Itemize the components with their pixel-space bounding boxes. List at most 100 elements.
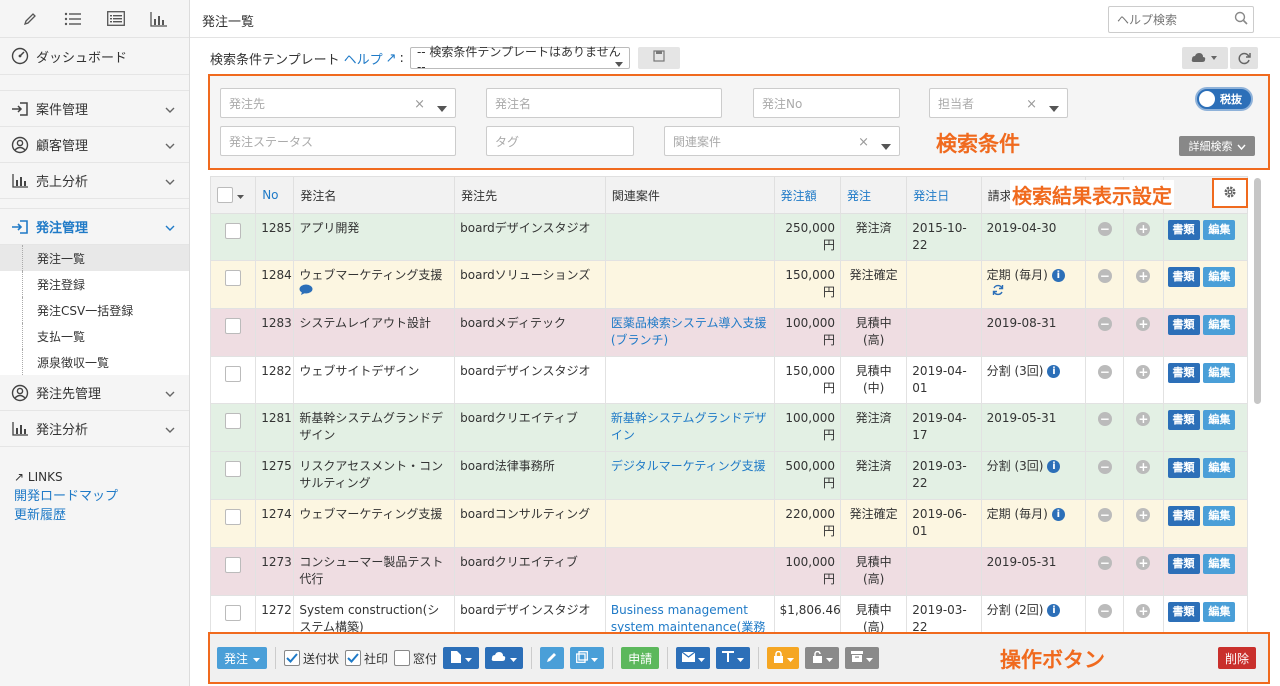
row-checkbox-cell[interactable] [210, 213, 257, 261]
lock-dropdown-button[interactable] [767, 647, 800, 669]
subnav-item-withholding[interactable]: 源泉徴収一覧 [0, 349, 189, 375]
plus-circle-icon[interactable]: + [1136, 222, 1151, 236]
edit-pencil-button[interactable] [540, 647, 565, 669]
document-dropdown-button[interactable] [443, 647, 480, 669]
unlock-dropdown-button[interactable] [805, 647, 840, 669]
clear-icon[interactable]: × [414, 97, 425, 112]
order-name-input[interactable]: 発注名 [486, 88, 722, 118]
subnav-item-payments[interactable]: 支払一覧 [0, 323, 189, 349]
column-header-date[interactable]: 発注日 [906, 176, 982, 214]
documents-button[interactable]: 書類 [1167, 410, 1200, 430]
column-header-amount[interactable]: 発注額 [773, 176, 841, 214]
vendor-select[interactable]: 発注先 × [220, 88, 456, 118]
company-seal-checkbox[interactable]: 社印 [345, 650, 388, 667]
order-number-input[interactable]: 発注No [753, 88, 900, 118]
edit-button[interactable]: 編集 [1203, 410, 1236, 430]
minus-circle-icon[interactable]: − [1097, 412, 1112, 426]
list-icon[interactable] [61, 8, 85, 30]
owner-select[interactable]: 担当者 × [929, 88, 1068, 118]
row-checkbox-cell[interactable] [210, 260, 257, 309]
clear-icon[interactable]: × [1026, 97, 1037, 112]
documents-button[interactable]: 書類 [1167, 554, 1200, 574]
search-icon[interactable] [1234, 11, 1248, 28]
table-row[interactable]: 1282 ウェブサイトデザイン boardデザインスタジオ 150,000円 見積中(中… [210, 356, 1248, 404]
row-checkbox-cell[interactable] [210, 403, 257, 452]
template-help-link[interactable]: ヘルプ [344, 49, 383, 68]
result-settings-button[interactable] [1212, 178, 1248, 208]
table-row[interactable]: 1273 コンシューマー製品テスト代行 boardクリエイティブ 100,000円 見積… [210, 547, 1248, 596]
sidebar-item-dashboard[interactable]: ダッシュボード [0, 38, 189, 75]
table-row[interactable]: 1281 新基幹システムグランドデザイン boardクリエイティブ 新基幹システムグラ… [210, 403, 1248, 452]
archive-dropdown-button[interactable] [845, 647, 880, 669]
table-row[interactable]: 1275 リスクアセスメント・コンサルティング board法律事務所 デジタルマーケテ… [210, 451, 1248, 500]
row-checkbox[interactable] [225, 509, 242, 525]
subnav-item-order-register[interactable]: 発注登録 [0, 271, 189, 297]
order-status-select[interactable]: 発注ステータス [220, 126, 456, 156]
row-checkbox[interactable] [225, 223, 242, 239]
column-header-no[interactable]: No [255, 176, 295, 214]
list-detail-icon[interactable] [104, 8, 128, 30]
column-header-status[interactable]: 発注 [839, 176, 908, 214]
subnav-item-order-csv[interactable]: 発注CSV一括登録 [0, 297, 189, 323]
comment-icon[interactable] [299, 284, 313, 299]
sidebar-item-vendors[interactable]: 発注先管理 [0, 375, 189, 411]
plus-circle-icon[interactable]: + [1136, 365, 1151, 379]
related-case-select[interactable]: 関連案件 × [664, 126, 900, 156]
plus-circle-icon[interactable]: + [1136, 460, 1151, 474]
table-scrollbar[interactable] [1254, 178, 1261, 404]
edit-button[interactable]: 編集 [1203, 554, 1236, 574]
documents-button[interactable]: 書類 [1167, 602, 1200, 622]
plus-circle-icon[interactable]: + [1136, 556, 1151, 570]
minus-circle-icon[interactable]: − [1097, 317, 1112, 331]
template-select[interactable]: -- 検索条件テンプレートはありません -- [409, 45, 630, 74]
order-dropdown-button[interactable]: 発注 [217, 647, 268, 669]
related-case-link[interactable]: 新基幹システムグランドデザイン [611, 411, 767, 442]
row-checkbox[interactable] [225, 605, 242, 621]
info-icon[interactable]: i [1047, 604, 1061, 617]
row-checkbox[interactable] [225, 270, 242, 286]
row-checkbox-cell[interactable] [210, 547, 257, 596]
related-case-link[interactable]: Business management system maintenance(業… [611, 603, 766, 632]
link-changelog[interactable]: 更新履歴 [14, 506, 118, 525]
related-case-link[interactable]: 医薬品検索システム導入支援(ブランチ) [611, 316, 767, 347]
edit-button[interactable]: 編集 [1203, 363, 1236, 383]
minus-circle-icon[interactable]: − [1097, 269, 1112, 283]
row-checkbox-cell[interactable] [210, 595, 257, 632]
row-checkbox[interactable] [225, 461, 242, 477]
minus-circle-icon[interactable]: − [1097, 508, 1112, 522]
row-checkbox[interactable] [225, 413, 242, 429]
documents-button[interactable]: 書類 [1167, 220, 1200, 240]
help-search-input[interactable] [1108, 6, 1254, 33]
documents-button[interactable]: 書類 [1167, 267, 1200, 287]
chart-icon[interactable] [147, 8, 171, 30]
filter-dropdown-button[interactable] [716, 647, 751, 669]
minus-circle-icon[interactable]: − [1097, 604, 1112, 618]
table-row[interactable]: 1283 システムレイアウト設計 boardメディテック 医薬品検索システム導入支援(… [210, 308, 1248, 357]
edit-button[interactable]: 編集 [1203, 220, 1236, 240]
pencil-icon[interactable] [18, 8, 42, 30]
apply-button[interactable]: 申請 [621, 647, 660, 669]
plus-circle-icon[interactable]: + [1136, 317, 1151, 331]
copy-dropdown-button[interactable] [570, 647, 605, 669]
sidebar-item-customers[interactable]: 顧客管理 [0, 127, 189, 163]
table-row[interactable]: 1272 System construction(システム構築) boardデザイン… [210, 595, 1248, 632]
row-checkbox[interactable] [225, 366, 242, 382]
documents-button[interactable]: 書類 [1167, 458, 1200, 478]
link-roadmap[interactable]: 開発ロードマップ [14, 487, 118, 506]
row-checkbox-cell[interactable] [210, 451, 257, 500]
save-template-button[interactable] [637, 47, 680, 69]
plus-circle-icon[interactable]: + [1136, 269, 1151, 283]
clear-icon[interactable]: × [858, 135, 869, 150]
row-checkbox-cell[interactable] [210, 356, 257, 404]
plus-circle-icon[interactable]: + [1136, 508, 1151, 522]
documents-button[interactable]: 書類 [1167, 506, 1200, 526]
table-row[interactable]: 1284 ウェブマーケティング支援 boardソリューションズ 150,000円 発注確… [210, 260, 1248, 309]
edit-button[interactable]: 編集 [1203, 267, 1236, 287]
row-checkbox-cell[interactable] [210, 499, 257, 548]
recurring-icon[interactable] [992, 284, 1004, 299]
row-checkbox[interactable] [225, 557, 242, 573]
download-dropdown-button[interactable] [485, 647, 524, 669]
subnav-item-order-list[interactable]: 発注一覧 [0, 245, 189, 271]
row-checkbox[interactable] [225, 318, 242, 334]
mail-dropdown-button[interactable] [676, 647, 711, 669]
